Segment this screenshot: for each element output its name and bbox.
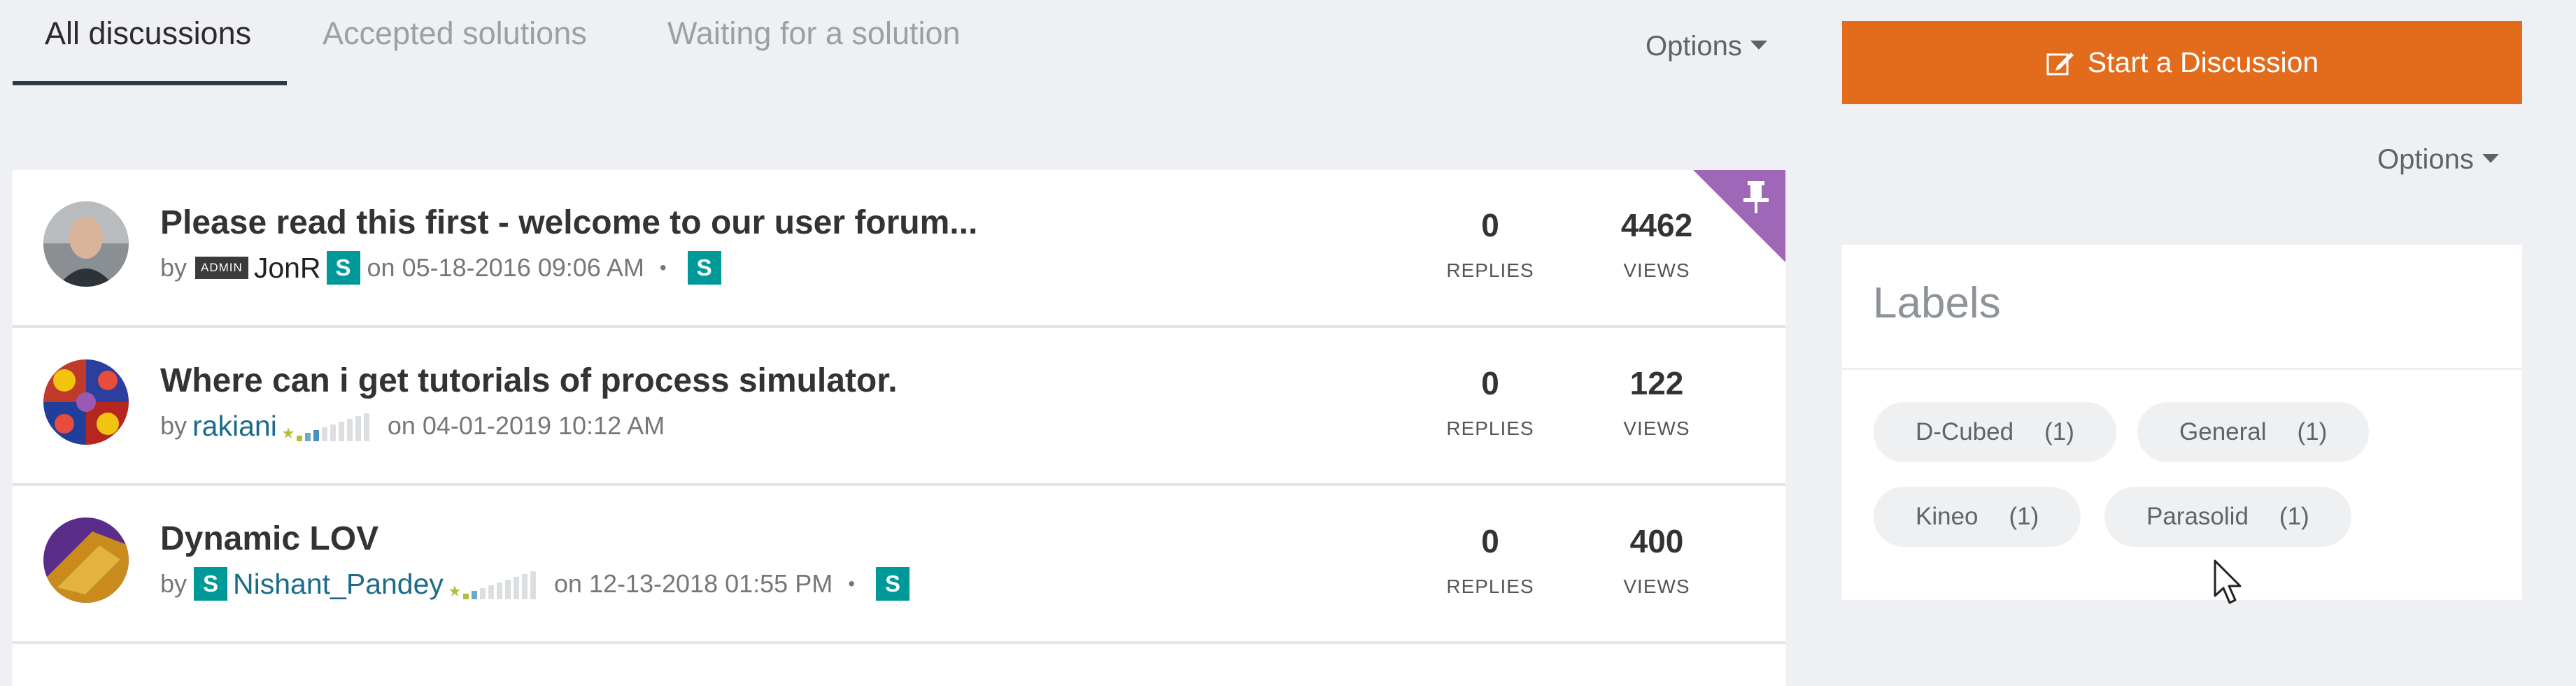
caret-down-icon [2482, 153, 2499, 163]
discussion-title[interactable]: Where can i get tutorials of process sim… [160, 362, 898, 400]
label-chip-d-cubed[interactable]: D-Cubed (1) [1874, 402, 2116, 462]
discussion-meta: by S Nishant_Pandey on 12-13-2018 01:55 … [160, 567, 910, 601]
discussion-meta: by ADMIN JonR S on 05-18-2016 09:06 AM •… [160, 251, 721, 285]
pinned-corner [1693, 170, 1785, 262]
discussion-title[interactable]: Please read this first - welcome to our … [160, 203, 977, 242]
labels-title: Labels [1873, 279, 2001, 327]
separator-dot: • [659, 257, 667, 278]
admin-badge: ADMIN [195, 257, 248, 279]
options-label: Options [1646, 31, 1742, 62]
views-stat: 122 VIEWS [1587, 364, 1727, 440]
replies-label: REPLIES [1446, 417, 1534, 439]
discussion-row: Dynamic LOV by S Nishant_Pandey on 12-13… [13, 486, 1785, 644]
label-count: (1) [2297, 418, 2328, 445]
siemens-badge: S [687, 251, 721, 285]
discussion-title[interactable]: Dynamic LOV [160, 520, 378, 558]
rank-bars-icon [282, 413, 369, 441]
discussion-tabs: All discussions Accepted solutions Waiti… [13, 0, 1786, 87]
views-count: 400 [1629, 523, 1684, 559]
siemens-badge: S [326, 251, 360, 285]
author-link[interactable]: JonR [254, 252, 321, 285]
label-chip-general[interactable]: General (1) [2137, 402, 2370, 462]
divider [1842, 368, 2522, 370]
list-options-dropdown[interactable]: Options [1646, 31, 1767, 62]
replies-stat: 0 REPLIES [1420, 364, 1560, 440]
pin-icon [1743, 181, 1769, 213]
separator-dot: • [848, 573, 856, 594]
views-count: 122 [1629, 365, 1684, 401]
replies-label: REPLIES [1446, 259, 1534, 281]
rank-bars-icon [448, 571, 536, 599]
start-discussion-button[interactable]: Start a Discussion [1842, 21, 2522, 104]
tab-waiting-for-solution[interactable]: Waiting for a solution [667, 15, 961, 52]
author-link[interactable]: rakiani [192, 410, 277, 443]
views-stat: 400 VIEWS [1587, 522, 1727, 598]
by-label: by [160, 569, 187, 598]
label-count: (1) [2279, 503, 2309, 530]
label-chip-parasolid[interactable]: Parasolid (1) [2104, 487, 2351, 547]
post-date: on 04-01-2019 10:12 AM [387, 411, 665, 440]
siemens-badge: S [194, 567, 228, 601]
label-count: (1) [2009, 503, 2039, 530]
start-discussion-label: Start a Discussion [2087, 46, 2319, 78]
discussion-row [13, 644, 1785, 686]
views-label: VIEWS [1623, 417, 1690, 439]
label-name: Kineo [1916, 503, 1979, 530]
active-tab-indicator [13, 81, 287, 85]
replies-label: REPLIES [1446, 576, 1534, 597]
discussion-list: Please read this first - welcome to our … [13, 170, 1785, 686]
label-count: (1) [2044, 418, 2074, 445]
discussion-row: Where can i get tutorials of process sim… [13, 328, 1785, 486]
labels-panel: Labels D-Cubed (1) General (1) Kineo (1) Pa… [1842, 245, 2522, 600]
label-chip-kineo[interactable]: Kineo (1) [1874, 487, 2081, 547]
replies-count: 0 [1481, 207, 1499, 243]
label-name: General [2179, 418, 2267, 445]
edit-icon [2046, 52, 2074, 75]
by-label: by [160, 411, 187, 440]
views-label: VIEWS [1623, 259, 1690, 281]
tab-all-discussions[interactable]: All discussions [45, 15, 251, 52]
post-date: on 12-13-2018 01:55 PM [553, 569, 833, 598]
siemens-badge: S [876, 567, 910, 601]
avatar[interactable] [43, 201, 129, 287]
replies-stat: 0 REPLIES [1420, 206, 1560, 282]
by-label: by [160, 253, 187, 282]
replies-stat: 0 REPLIES [1420, 522, 1560, 598]
replies-count: 0 [1481, 365, 1499, 401]
avatar[interactable] [43, 517, 129, 603]
caret-down-icon [1750, 40, 1767, 50]
discussion-meta: by rakiani on 04-01-2019 10:12 AM [160, 409, 665, 443]
replies-count: 0 [1481, 523, 1499, 559]
tab-accepted-solutions[interactable]: Accepted solutions [323, 15, 587, 52]
mouse-cursor-icon [2214, 559, 2242, 604]
post-date: on 05-18-2016 09:06 AM [367, 253, 644, 282]
author-link[interactable]: Nishant_Pandey [233, 568, 444, 601]
label-name: D-Cubed [1916, 418, 2014, 445]
label-name: Parasolid [2146, 503, 2249, 530]
avatar[interactable] [43, 359, 129, 445]
sidebar-options-dropdown[interactable]: Options [2377, 144, 2499, 176]
views-label: VIEWS [1623, 576, 1690, 597]
discussion-row: Please read this first - welcome to our … [13, 170, 1785, 328]
sidebar-options-label: Options [2377, 144, 2474, 175]
